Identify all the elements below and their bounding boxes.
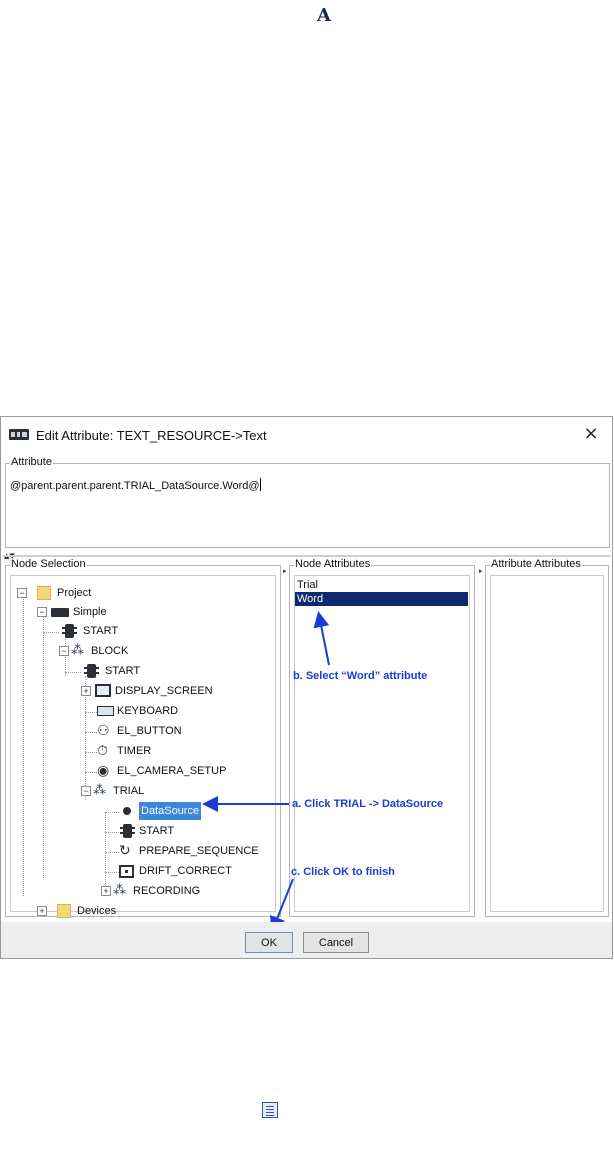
ok-button[interactable]: OK xyxy=(245,932,293,953)
edit-attribute-dialog: Edit Attribute: TEXT_RESOURCE->Text × At… xyxy=(0,416,613,959)
document-lines-icon xyxy=(262,1102,278,1118)
letter-a-glyph: A xyxy=(317,5,331,26)
annotation-arrows xyxy=(202,611,330,933)
dialog-footer: OK Cancel xyxy=(1,922,612,958)
cancel-button[interactable]: Cancel xyxy=(303,932,369,953)
